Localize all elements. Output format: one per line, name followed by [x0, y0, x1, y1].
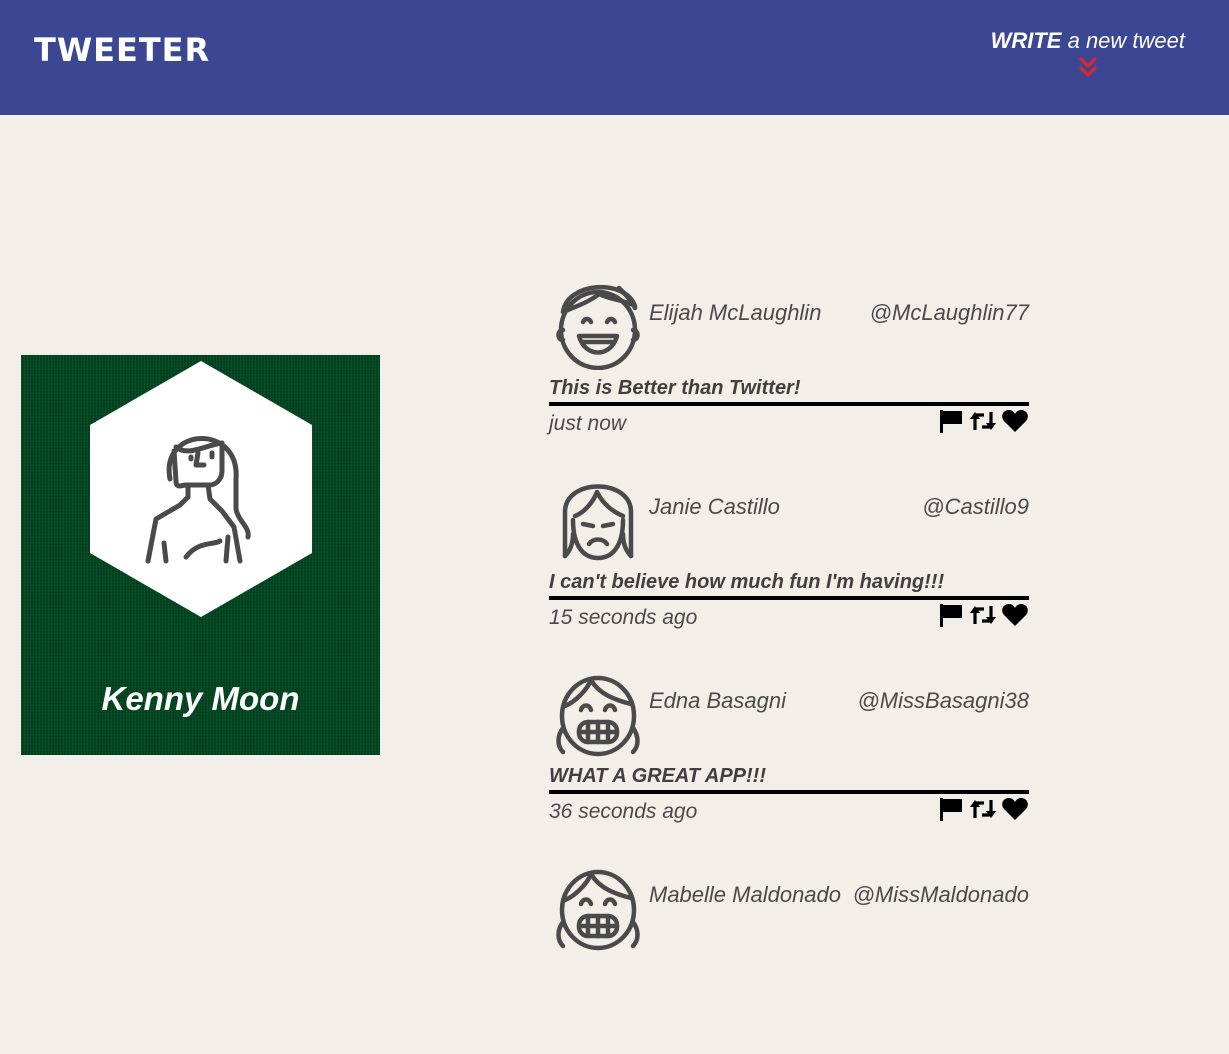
- tweet-author-handle[interactable]: @MissMaldonado: [853, 880, 1029, 910]
- tweet-timestamp: just now: [549, 412, 627, 435]
- write-tweet-label-rest: a new tweet: [1061, 28, 1185, 53]
- heart-icon[interactable]: [1001, 796, 1029, 822]
- smiling-boy-avatar-icon: [556, 284, 640, 370]
- tweet-body: WHAT A GREAT APP!!!: [549, 765, 767, 787]
- flag-icon[interactable]: [937, 602, 965, 628]
- tweet-author-name[interactable]: Elijah McLaughlin: [649, 298, 821, 328]
- tweet-divider: [549, 596, 1029, 600]
- double-chevron-down-icon[interactable]: [1077, 56, 1099, 80]
- tweet-actions: [937, 602, 1029, 628]
- flag-icon[interactable]: [937, 408, 965, 434]
- sad-girl-avatar-icon: [562, 484, 634, 561]
- tweet-timestamp: 36 seconds ago: [549, 800, 698, 823]
- tweet-author-name[interactable]: Mabelle Maldonado: [649, 880, 841, 910]
- tweet-divider: [549, 402, 1029, 406]
- tweet-body: This is Better than Twitter!: [549, 377, 801, 399]
- tweet-author-handle[interactable]: @McLaughlin77: [870, 298, 1029, 328]
- retweet-icon[interactable]: [969, 602, 997, 628]
- write-tweet-label-bold: WRITE: [990, 28, 1062, 53]
- tweet-timestamp: 15 seconds ago: [549, 606, 698, 629]
- tweet-body: I can't believe how much fun I'm having!…: [549, 571, 945, 593]
- flag-icon[interactable]: [937, 796, 965, 822]
- tweet-author-handle[interactable]: @Castillo9: [922, 492, 1029, 522]
- tweet-card: Janie Castillo @Castillo9 I can't believ…: [549, 472, 1029, 666]
- tweet-card: Elijah McLaughlin @McLaughlin77 This is …: [549, 278, 1029, 472]
- tweet-card: Edna Basagni @MissBasagni38 WHAT A GREAT…: [549, 666, 1029, 860]
- tweet-divider: [549, 790, 1029, 794]
- profile-card: Kenny Moon: [21, 355, 380, 755]
- write-tweet-label[interactable]: WRITE a new tweet: [991, 26, 1185, 56]
- woman-avatar-icon: [90, 361, 312, 617]
- tweet-author-name[interactable]: Janie Castillo: [649, 492, 780, 522]
- tweet-author-handle[interactable]: @MissBasagni38: [857, 686, 1029, 716]
- tweet-actions: [937, 796, 1029, 822]
- write-tweet-toggle[interactable]: WRITE a new tweet: [991, 26, 1185, 80]
- grinning-girl-avatar-icon: [556, 869, 640, 951]
- grinning-girl-avatar-icon: [556, 675, 640, 757]
- tweet-actions: [937, 408, 1029, 434]
- tweet-author-name[interactable]: Edna Basagni: [649, 686, 786, 716]
- app-logo[interactable]: TWEETER: [34, 28, 210, 72]
- profile-name: Kenny Moon: [101, 680, 300, 717]
- top-nav: TWEETER WRITE a new tweet: [0, 0, 1229, 115]
- tweet-card: Mabelle Maldonado @MissMaldonado: [549, 860, 1029, 1054]
- heart-icon[interactable]: [1001, 602, 1029, 628]
- retweet-icon[interactable]: [969, 408, 997, 434]
- heart-icon[interactable]: [1001, 408, 1029, 434]
- retweet-icon[interactable]: [969, 796, 997, 822]
